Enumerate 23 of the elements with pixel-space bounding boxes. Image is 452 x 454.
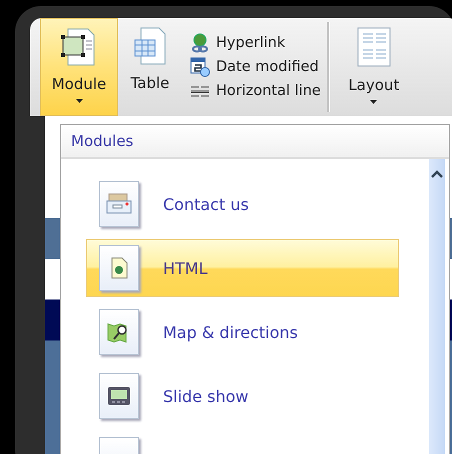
item-label: HTML bbox=[163, 258, 208, 278]
envelope-icon bbox=[99, 181, 139, 227]
document-icon bbox=[99, 245, 139, 291]
module-item[interactable]: HTML bbox=[86, 239, 399, 297]
module-button[interactable]: Module bbox=[40, 18, 118, 116]
globe-link-icon bbox=[190, 33, 210, 53]
scroll-up-icon[interactable] bbox=[430, 169, 444, 179]
item-label: Slide show bbox=[163, 386, 248, 406]
item-label: Contact us bbox=[163, 194, 249, 214]
date-modified-button[interactable]: Date modified bbox=[190, 55, 321, 79]
scrollbar[interactable] bbox=[429, 159, 445, 454]
calendar-clock-icon bbox=[190, 57, 210, 77]
map-icon bbox=[99, 309, 139, 355]
layout-button[interactable]: Layout bbox=[338, 18, 410, 116]
horizontal-line-button[interactable]: Horizontal line bbox=[190, 79, 321, 103]
module-item[interactable]: Contact us bbox=[86, 175, 399, 233]
module-item[interactable]: Map & directions bbox=[86, 303, 399, 361]
slideshow-icon bbox=[99, 373, 139, 419]
dropdown-title: Modules bbox=[71, 132, 134, 150]
hyperlink-button[interactable]: Hyperlink bbox=[190, 31, 321, 55]
item-label: Map & directions bbox=[163, 322, 298, 342]
module-item[interactable]: Slide show bbox=[86, 367, 399, 425]
table-button[interactable]: Table bbox=[118, 18, 182, 116]
